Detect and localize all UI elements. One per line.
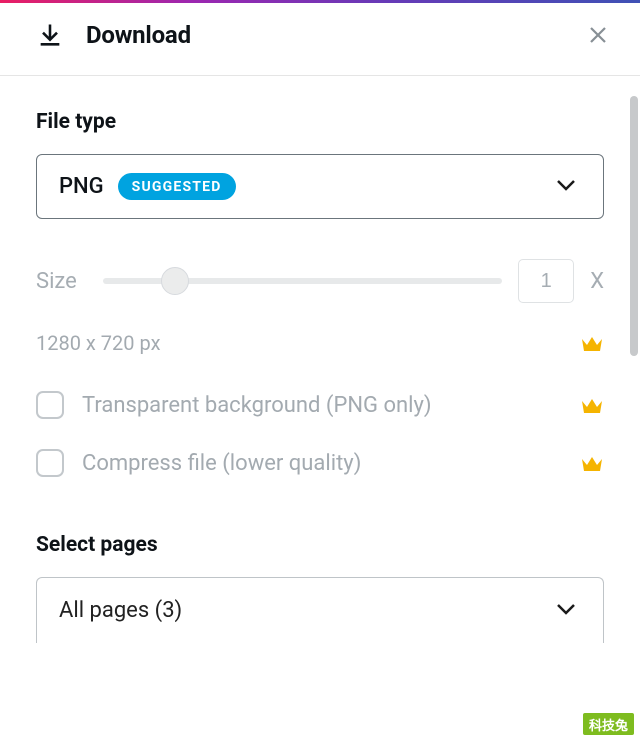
filetype-select[interactable]: PNG SUGGESTED xyxy=(36,154,604,219)
compress-option[interactable]: Compress file (lower quality) xyxy=(36,449,604,477)
panel-body: File type PNG SUGGESTED Size X 1280 x 72… xyxy=(0,76,640,739)
suggested-badge: SUGGESTED xyxy=(118,173,236,200)
chevron-down-icon xyxy=(555,601,577,620)
slider-thumb[interactable] xyxy=(161,267,189,295)
filetype-value: PNG xyxy=(59,174,104,199)
pages-section: Select pages All pages (3) xyxy=(36,533,604,643)
transparent-option[interactable]: Transparent background (PNG only) xyxy=(36,391,604,419)
dimensions-row: 1280 x 720 px xyxy=(36,331,604,355)
pages-select[interactable]: All pages (3) xyxy=(36,577,604,643)
crown-icon xyxy=(580,333,604,353)
download-icon xyxy=(36,21,64,49)
size-input[interactable] xyxy=(518,259,574,303)
close-button[interactable] xyxy=(584,21,612,49)
size-row: Size X xyxy=(36,259,604,303)
crown-icon xyxy=(580,453,604,473)
transparent-checkbox[interactable] xyxy=(36,391,64,419)
size-label: Size xyxy=(36,269,77,294)
watermark-badge: 科技兔 xyxy=(583,713,634,735)
scrollbar[interactable] xyxy=(630,96,638,356)
chevron-down-icon xyxy=(555,177,577,196)
panel-title: Download xyxy=(86,21,191,49)
pages-value: All pages (3) xyxy=(59,598,182,623)
compress-label: Compress file (lower quality) xyxy=(82,451,361,476)
filetype-label: File type xyxy=(36,110,604,134)
transparent-label: Transparent background (PNG only) xyxy=(82,393,432,418)
dimensions-text: 1280 x 720 px xyxy=(36,331,161,355)
size-unit: X xyxy=(590,269,604,294)
pages-label: Select pages xyxy=(36,533,604,557)
compress-checkbox[interactable] xyxy=(36,449,64,477)
crown-icon xyxy=(580,395,604,415)
size-slider[interactable] xyxy=(103,266,502,296)
panel-header: Download xyxy=(0,3,640,76)
download-panel: Download File type PNG SUGGESTED Size xyxy=(0,3,640,739)
